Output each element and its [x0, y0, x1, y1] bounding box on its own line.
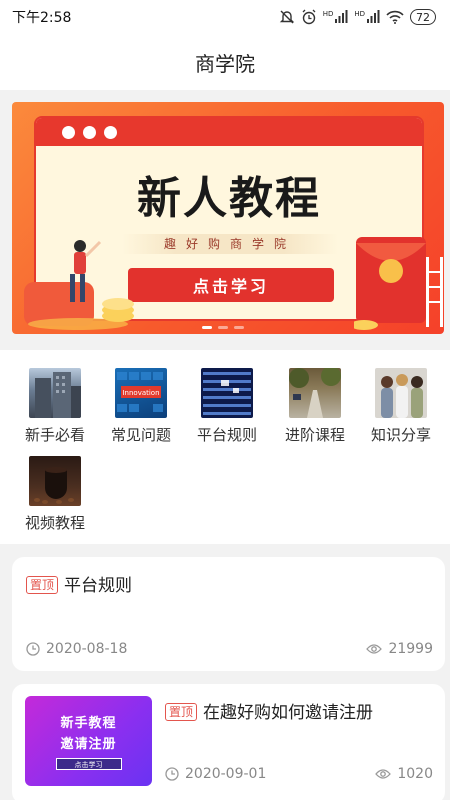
banner-pager: [202, 326, 244, 329]
status-time: 下午2:58: [12, 10, 72, 26]
signal-1: HD: [323, 10, 349, 24]
category-video[interactable]: 视频教程: [12, 456, 98, 533]
red-envelope-icon: [354, 237, 443, 330]
banner-section: 新人教程 趣好购商学院 点击学习: [0, 90, 450, 350]
article-views-text: 21999: [388, 641, 433, 657]
status-bar: 下午2:58 HD HD 72: [0, 0, 450, 34]
hd-label-2: HD: [354, 10, 365, 18]
category-label: 知识分享: [370, 426, 431, 444]
thumbnail-line1: 新手教程: [60, 716, 117, 731]
article-views-text: 1020: [397, 766, 433, 782]
pager-dot: [202, 326, 212, 329]
thumbnail-line2: 邀请注册: [60, 737, 117, 752]
stock-board-photo-icon: [201, 368, 253, 418]
woman-illustration-icon: [24, 240, 134, 330]
article-views: 1020: [375, 766, 433, 782]
mute-icon: [279, 10, 294, 24]
thumbnail-button: 点击学习: [55, 758, 122, 770]
banner-learn-button[interactable]: 点击学习: [128, 268, 334, 302]
status-icons: HD HD 72: [279, 9, 436, 25]
svg-text:Innovation: Innovation: [122, 389, 159, 397]
pager-dot: [218, 326, 228, 329]
pinned-tag: 置顶: [26, 576, 59, 594]
category-newbie[interactable]: 新手必看: [12, 368, 98, 445]
category-label: 新手必看: [24, 426, 85, 444]
article-date-text: 2020-09-01: [185, 766, 267, 782]
article-title-row: 置顶 在趣好购如何邀请注册: [165, 698, 373, 723]
banner-headline: 新人教程: [137, 173, 321, 224]
article-date: 2020-08-18: [26, 641, 127, 657]
signal-bars-icon: [367, 10, 380, 23]
street-photo-icon: [289, 368, 341, 418]
article-thumbnail: 新手教程 邀请注册 点击学习: [25, 696, 152, 786]
article-date: 2020-09-01: [165, 766, 266, 782]
article-date-text: 2020-08-18: [46, 641, 128, 657]
signal-bars-icon: [335, 10, 348, 23]
wifi-icon: [386, 10, 404, 24]
category-label: 视频教程: [24, 514, 85, 532]
clock-icon: [165, 767, 179, 781]
building-photo-icon: [29, 368, 81, 418]
article-card[interactable]: 置顶 平台规则 2020-08-18 21999: [12, 557, 445, 671]
pager-dot: [234, 326, 244, 329]
banner-carousel[interactable]: 新人教程 趣好购商学院 点击学习: [12, 102, 444, 334]
battery-indicator: 72: [410, 9, 436, 25]
category-label: 平台规则: [196, 426, 257, 444]
title-bar: 商学院: [0, 34, 450, 90]
article-card[interactable]: 新手教程 邀请注册 点击学习 置顶 在趣好购如何邀请注册 2020-09-01 1…: [12, 684, 445, 800]
category-label: 常见问题: [110, 426, 171, 444]
eye-icon: [366, 644, 383, 654]
signal-2: HD: [354, 10, 380, 24]
article-title: 在趣好购如何邀请注册: [203, 703, 374, 723]
hd-label-1: HD: [322, 10, 334, 18]
category-advanced[interactable]: 进阶课程: [272, 368, 358, 445]
board-header: [36, 118, 422, 146]
innovation-keyboard-photo-icon: Innovation: [115, 368, 167, 418]
pinned-tag: 置顶: [165, 703, 198, 721]
eye-icon: [375, 769, 392, 779]
category-grid: 新手必看 Innovation 常见问题 平台规则 进阶课程 知识分享 视频教程: [0, 350, 450, 544]
category-faq[interactable]: Innovation 常见问题: [98, 368, 184, 445]
article-views: 21999: [366, 641, 433, 657]
alarm-icon: [302, 9, 316, 25]
coffee-photo-icon: [29, 456, 81, 506]
page-title: 商学院: [195, 51, 255, 76]
clock-icon: [26, 642, 40, 656]
article-title-row: 置顶 平台规则: [26, 571, 132, 596]
people-photo-icon: [375, 368, 427, 418]
category-knowledge[interactable]: 知识分享: [358, 368, 444, 445]
category-label: 进阶课程: [284, 426, 345, 444]
article-title: 平台规则: [64, 576, 133, 596]
category-rules[interactable]: 平台规则: [184, 368, 270, 445]
